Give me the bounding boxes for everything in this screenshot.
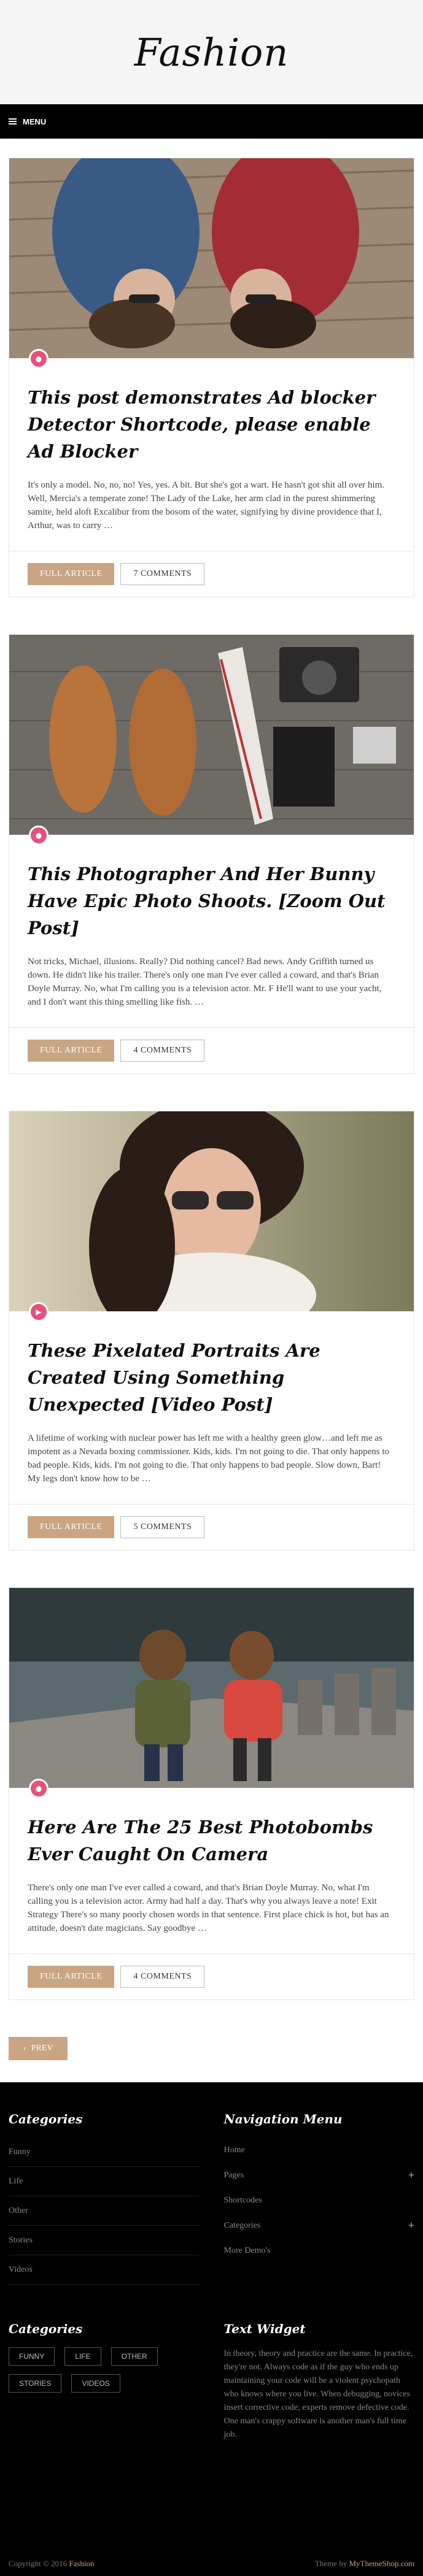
post-title[interactable]: This post demonstrates Ad blocker Detect… [28, 384, 395, 465]
site-logo[interactable]: Fashion [134, 30, 289, 75]
nav-item-label: More Demo's [223, 2245, 271, 2255]
category-tags: FUNNY LIFE OTHER STORIES VIDEOS [9, 2347, 200, 2393]
footer-navigation: Home Pages + Shortcodes Categories + More … [224, 2137, 415, 2263]
prev-page-button[interactable]: ‹ PREV [9, 2037, 68, 2060]
document-icon: ● [29, 349, 49, 369]
expand-plus-icon[interactable]: + [408, 2169, 414, 2182]
post-list: ● This post demonstrates Ad blocker Dete… [0, 139, 423, 2082]
post-excerpt: A lifetime of working with nuclear power… [28, 1433, 390, 1484]
nav-item-label: Categories [223, 2220, 261, 2230]
post-card: ● This post demonstrates Ad blocker Dete… [9, 158, 414, 597]
comments-link[interactable]: 4 COMMENTS [120, 1966, 205, 1988]
prev-label: PREV [31, 2044, 53, 2053]
nav-item-shortcodes[interactable]: Shortcodes [224, 2188, 415, 2213]
post-title[interactable]: This Photographer And Her Bunny Have Epi… [28, 861, 395, 941]
comments-link[interactable]: 4 COMMENTS [120, 1040, 205, 1062]
menu-toggle-button[interactable]: MENU [9, 117, 46, 126]
navigation-widget-title: Navigation Menu [223, 2112, 343, 2126]
site-header: Fashion [0, 0, 423, 104]
categories-widget-title: Categories [9, 2112, 83, 2126]
tags-widget-title: Categories [9, 2321, 83, 2336]
nav-item-label: Home [223, 2145, 245, 2155]
post-card: ▶ These Pixelated Portraits Are Created … [9, 1111, 414, 1551]
post-thumbnail[interactable] [9, 635, 414, 835]
copyright-text: Copyright © 2016 [9, 2559, 68, 2568]
full-article-button[interactable]: FULL ARTICLE [28, 1966, 115, 1988]
tag-other[interactable]: OTHER [111, 2347, 158, 2366]
copyright-site-link[interactable]: Fashion [69, 2559, 94, 2568]
nav-item-home[interactable]: Home [224, 2137, 415, 2163]
post-excerpt: Not tricks, Michael, illusions. Really? … [28, 957, 382, 1007]
category-link[interactable]: Videos [9, 2255, 200, 2285]
tag-videos[interactable]: VIDEOS [71, 2374, 120, 2393]
nav-item-more-demos[interactable]: More Demo's [224, 2238, 415, 2263]
category-link[interactable]: Other [9, 2196, 200, 2226]
post-thumbnail[interactable] [9, 1588, 414, 1788]
full-article-button[interactable]: FULL ARTICLE [28, 1516, 115, 1538]
main-menu-bar: MENU [0, 104, 423, 139]
post-thumbnail[interactable] [9, 158, 414, 358]
document-icon: ● [29, 1779, 49, 1798]
category-link[interactable]: Funny [9, 2137, 200, 2167]
full-article-button[interactable]: FULL ARTICLE [28, 1040, 115, 1062]
post-card: ● Here Are The 25 Best Photobombs Ever C… [9, 1587, 414, 2000]
expand-plus-icon[interactable]: + [408, 2219, 414, 2232]
category-link[interactable]: Life [9, 2167, 200, 2196]
post-title[interactable]: Here Are The 25 Best Photobombs Ever Cau… [28, 1814, 395, 1868]
menu-label: MENU [23, 117, 47, 126]
post-card: ● This Photographer And Her Bunny Have E… [9, 634, 414, 1074]
comments-link[interactable]: 7 COMMENTS [120, 563, 205, 585]
nav-item-pages[interactable]: Pages + [224, 2163, 415, 2188]
document-icon: ● [29, 826, 49, 845]
tag-funny[interactable]: FUNNY [9, 2347, 55, 2366]
pagination: ‹ PREV [9, 2037, 414, 2082]
nav-item-label: Pages [223, 2170, 244, 2180]
hamburger-icon [9, 118, 17, 125]
nav-item-categories[interactable]: Categories + [224, 2213, 415, 2238]
copyright-bar: Copyright © 2016 Fashion Theme by MyThem… [9, 2559, 414, 2569]
categories-list: Funny Life Other Stories Videos [9, 2137, 200, 2285]
post-thumbnail[interactable] [9, 1111, 414, 1311]
category-link[interactable]: Stories [9, 2226, 200, 2255]
post-title[interactable]: These Pixelated Portraits Are Created Us… [28, 1337, 395, 1418]
tag-stories[interactable]: STORIES [9, 2374, 62, 2393]
site-footer: Categories Funny Life Other Stories Vide… [0, 2082, 423, 2576]
theme-credit-link[interactable]: MyThemeShop.com [349, 2559, 414, 2568]
nav-item-label: Shortcodes [223, 2195, 262, 2205]
chevron-left-icon: ‹ [23, 2044, 26, 2053]
video-icon: ▶ [29, 1302, 49, 1322]
post-excerpt: There's only one man I've ever called a … [28, 1883, 389, 1933]
post-excerpt: It's only a model. No, no, no! Yes, yes.… [28, 480, 384, 531]
text-widget-title: Text Widget [223, 2321, 306, 2336]
theme-credit-text: Theme by [314, 2559, 347, 2568]
tag-life[interactable]: LIFE [64, 2347, 101, 2366]
full-article-button[interactable]: FULL ARTICLE [28, 563, 115, 585]
comments-link[interactable]: 5 COMMENTS [120, 1516, 205, 1538]
text-widget-body: In theory, theory and practice are the s… [223, 2349, 413, 2439]
